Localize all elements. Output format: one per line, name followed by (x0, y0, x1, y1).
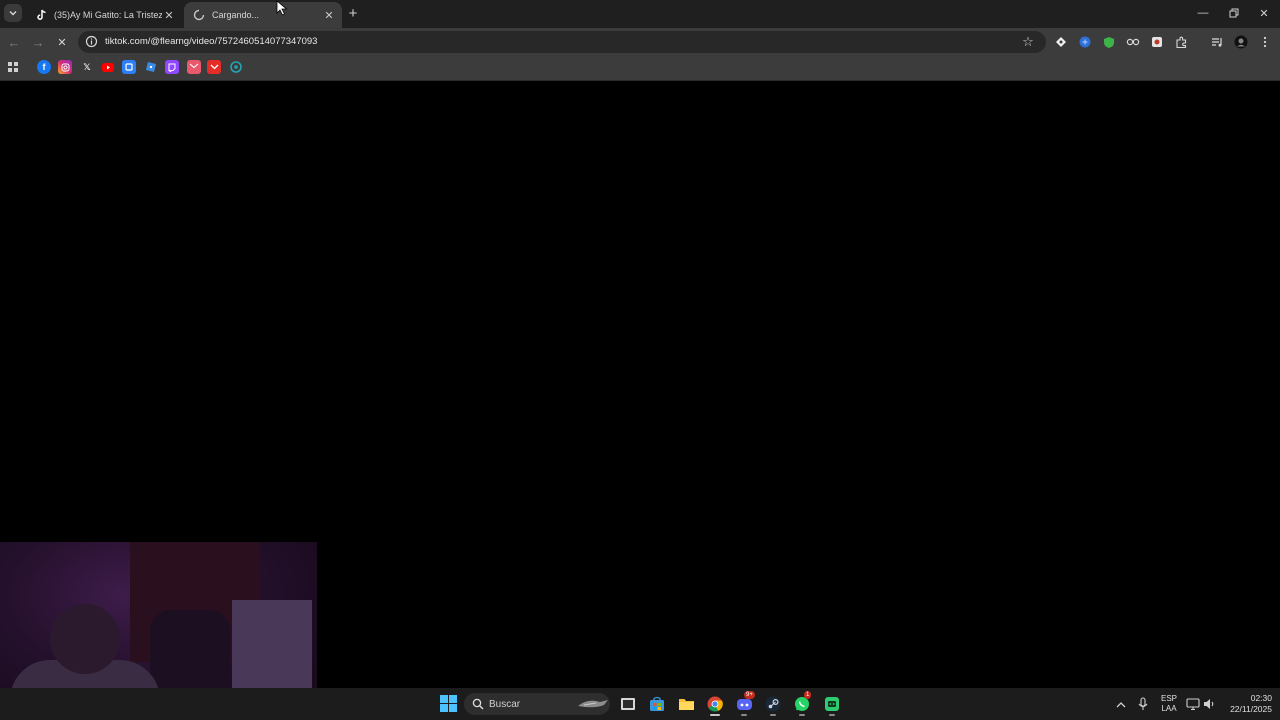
media-controls-icon[interactable] (1209, 34, 1225, 50)
webcam-shelf (232, 600, 312, 700)
discord-icon[interactable]: 9+ (734, 691, 755, 716)
clock-date: 22/11/2025 (1230, 704, 1272, 714)
bookmark-10-icon[interactable] (229, 60, 243, 74)
search-icon (472, 698, 484, 710)
store-icon[interactable] (647, 694, 667, 714)
chrome-icon[interactable] (705, 694, 725, 716)
extension-diamond-icon[interactable] (1053, 34, 1069, 50)
chevron-down-icon (9, 11, 17, 16)
network-icon[interactable] (1186, 697, 1200, 711)
shield-icon[interactable] (1101, 34, 1117, 50)
mouse-cursor-icon (276, 0, 288, 16)
tiktok-icon (34, 8, 48, 22)
forward-button[interactable]: → (29, 34, 47, 50)
close-tab-icon[interactable]: ✕ (162, 8, 176, 22)
microphone-icon[interactable] (1136, 697, 1150, 711)
search-placeholder: Buscar (489, 699, 521, 710)
bookmark-9-icon[interactable] (207, 60, 221, 74)
tab-title: (35)Ay Mi Gatito: La Tristeza de (54, 10, 162, 20)
minimize-button[interactable]: — (1193, 4, 1213, 22)
browser-menu-icon[interactable] (1257, 34, 1273, 50)
twitch-icon[interactable] (165, 60, 179, 74)
extension-blue-icon[interactable] (1077, 34, 1093, 50)
url-text[interactable]: tiktok.com/@flearng/video/75724605140773… (105, 36, 317, 47)
windows-start-icon[interactable] (440, 695, 457, 712)
x-icon[interactable]: 𝕏 (80, 60, 94, 74)
discord-badge: 9+ (744, 691, 755, 699)
tray-overflow-chevron-icon[interactable] (1114, 697, 1128, 711)
roblox-icon[interactable] (144, 60, 158, 74)
clock[interactable]: 02:30 22/11/2025 (1222, 693, 1272, 715)
whatsapp-icon[interactable]: 1 (792, 691, 812, 716)
steam-icon[interactable] (763, 694, 783, 716)
search-highlight-icon (578, 700, 608, 708)
extensions-puzzle-icon[interactable] (1173, 34, 1189, 50)
apps-grid-icon[interactable] (6, 60, 20, 74)
taskbar (0, 688, 1280, 720)
task-view-icon[interactable] (618, 694, 638, 714)
new-tab-button[interactable]: + (345, 5, 361, 22)
tab-loading[interactable]: Cargando... ✕ (184, 2, 342, 28)
gmail-icon[interactable] (187, 60, 201, 74)
language-line2: LAA (1161, 704, 1177, 713)
loading-spinner-icon (192, 8, 206, 22)
instagram-icon[interactable] (58, 60, 72, 74)
tab-search-button[interactable] (4, 4, 22, 22)
youtube-icon[interactable] (101, 60, 115, 74)
tab-title: Cargando... (212, 10, 260, 20)
clock-time: 02:30 (1250, 693, 1272, 703)
app-green-icon[interactable] (822, 694, 842, 716)
volume-icon[interactable] (1202, 697, 1216, 711)
webcam-person-head (50, 604, 120, 674)
facebook-icon[interactable]: f (37, 60, 51, 74)
tab-tiktok-video[interactable]: (35)Ay Mi Gatito: La Tristeza de ✕ (26, 2, 182, 28)
restore-icon (1229, 8, 1239, 18)
bookmark-star-icon[interactable]: ☆ (1020, 34, 1036, 50)
language-line1: ESP (1160, 694, 1177, 703)
profile-avatar[interactable] (1233, 34, 1249, 50)
extension-glasses-icon[interactable] (1125, 34, 1141, 50)
extension-square-icon[interactable] (1149, 34, 1165, 50)
close-window-button[interactable]: ✕ (1254, 4, 1274, 22)
bookmark-5-icon[interactable] (122, 60, 136, 74)
site-info-icon[interactable] (85, 35, 98, 48)
whatsapp-badge: 1 (804, 691, 812, 699)
close-tab-icon[interactable]: ✕ (322, 8, 336, 22)
stop-loading-button[interactable]: ✕ (53, 34, 71, 50)
file-explorer-icon[interactable] (676, 694, 696, 714)
restore-button[interactable] (1224, 4, 1244, 22)
back-button[interactable]: ← (5, 34, 23, 50)
language-indicator[interactable]: ESP LAA (1158, 694, 1180, 714)
